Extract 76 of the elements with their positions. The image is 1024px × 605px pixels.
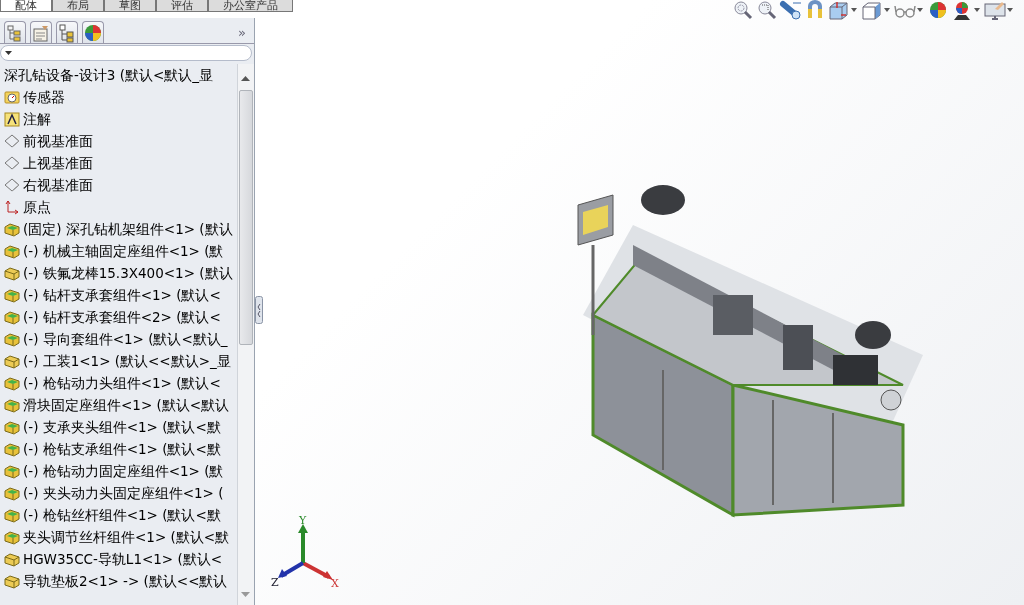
tree-item[interactable]: (-) 机械主轴固定座组件<1> (默 [23, 240, 224, 262]
tree-item[interactable]: (-) 夹头动力头固定座组件<1> ( [23, 482, 224, 504]
tree-item[interactable]: (-) 铁氟龙棒15.3X400<1> (默认 [23, 262, 233, 284]
assembly-icon [4, 441, 20, 457]
annotation-icon [4, 111, 20, 127]
tree-root[interactable]: 深孔钻设备-设计3 (默认<默认_显 [4, 64, 237, 86]
sensor-icon [4, 89, 20, 105]
document-tab[interactable]: 办公室产品 [208, 0, 293, 12]
tree-item[interactable]: 夹头调节丝杆组件<1> (默认<默 [23, 526, 230, 548]
tree-item[interactable]: (-) 枪钻动力固定座组件<1> (默 [23, 460, 224, 482]
caret-icon [5, 51, 12, 55]
assembly-icon [4, 397, 20, 413]
magnifier-icon[interactable] [755, 0, 779, 20]
assembly-icon [4, 287, 20, 303]
part-icon [4, 573, 20, 589]
cube-icon[interactable] [860, 0, 884, 20]
tree-item[interactable]: (固定) 深孔钻机架组件<1> (默认 [23, 218, 233, 240]
document-tab[interactable]: 布局 [52, 0, 104, 12]
assembly-icon [4, 485, 20, 501]
scrollbar[interactable] [237, 64, 254, 605]
tree-item[interactable]: 前视基准面 [23, 130, 93, 152]
caret-icon[interactable] [884, 8, 890, 12]
color-ball-icon [83, 22, 103, 43]
part-icon [4, 551, 20, 567]
tree-item[interactable]: (-) 枪钻丝杆组件<1> (默认<默 [23, 504, 221, 526]
more-button[interactable]: » [238, 26, 246, 39]
tree-item[interactable]: 传感器 [23, 86, 65, 108]
document-tab[interactable]: 配体 [0, 0, 52, 12]
assembly-icon [4, 331, 20, 347]
caret-icon[interactable] [974, 8, 980, 12]
tree-item[interactable]: 注解 [23, 108, 51, 130]
scroll-thumb[interactable] [239, 90, 253, 345]
part-icon [4, 353, 20, 369]
view-orientation-icon[interactable] [827, 0, 851, 20]
panel-tab[interactable] [82, 21, 104, 43]
magnifier-icon[interactable] [731, 0, 755, 20]
caret-icon[interactable] [917, 8, 923, 12]
monitor-icon[interactable] [983, 0, 1007, 20]
assembly-icon [4, 507, 20, 523]
plane-icon [4, 133, 20, 149]
tree-item[interactable]: 原点 [23, 196, 51, 218]
config-icon [57, 22, 77, 43]
tree-item[interactable]: 滑块固定座组件<1> (默认<默认 [23, 394, 230, 416]
splitter-handle[interactable] [255, 296, 263, 324]
tree-item[interactable]: (-) 支承夹头组件<1> (默认<默 [23, 416, 221, 438]
tree-item[interactable]: (-) 钻杆支承套组件<1> (默认< [23, 284, 221, 306]
part-icon [4, 265, 20, 281]
tree-item[interactable]: (-) 钻杆支承套组件<2> (默认< [23, 306, 221, 328]
tree-item[interactable]: 导轨垫板2<1> -> (默认<<默认 [23, 570, 228, 592]
caret-icon[interactable] [1007, 8, 1013, 12]
tree-item[interactable]: HGW35CC-导轨L1<1> (默认< [23, 548, 223, 570]
document-tab[interactable]: 评估 [156, 0, 208, 12]
tree-item[interactable]: (-) 枪钻动力头组件<1> (默认< [23, 372, 221, 394]
origin-icon [4, 199, 20, 215]
assembly-icon [4, 243, 20, 259]
axis-triad-drawing: X Y Z [271, 515, 343, 587]
assembly-icon [4, 463, 20, 479]
filter-field[interactable] [0, 45, 252, 61]
tree-item[interactable]: (-) 枪钻支承组件<1> (默认<默 [23, 438, 221, 460]
tree-item[interactable]: 右视基准面 [23, 174, 93, 196]
assembly-icon [4, 375, 20, 391]
assembly-icon [4, 529, 20, 545]
tree-item[interactable]: (-) 工装1<1> (默认<<默认>_显 [23, 350, 231, 372]
plane-icon [4, 155, 20, 171]
panel-tab[interactable] [30, 21, 52, 43]
assembly-icon [4, 419, 20, 435]
assembly-icon [4, 309, 20, 325]
panel-tab[interactable] [56, 21, 78, 43]
flashlight-icon[interactable] [779, 0, 803, 20]
assembly-icon [4, 221, 20, 237]
caret-icon[interactable] [851, 8, 857, 12]
tree-item[interactable]: 上视基准面 [23, 152, 93, 174]
tree-item[interactable]: (-) 导向套组件<1> (默认<默认_ [23, 328, 228, 350]
panel-tab[interactable] [4, 21, 26, 43]
plane-icon [4, 177, 20, 193]
document-tab[interactable]: 草图 [104, 0, 156, 12]
